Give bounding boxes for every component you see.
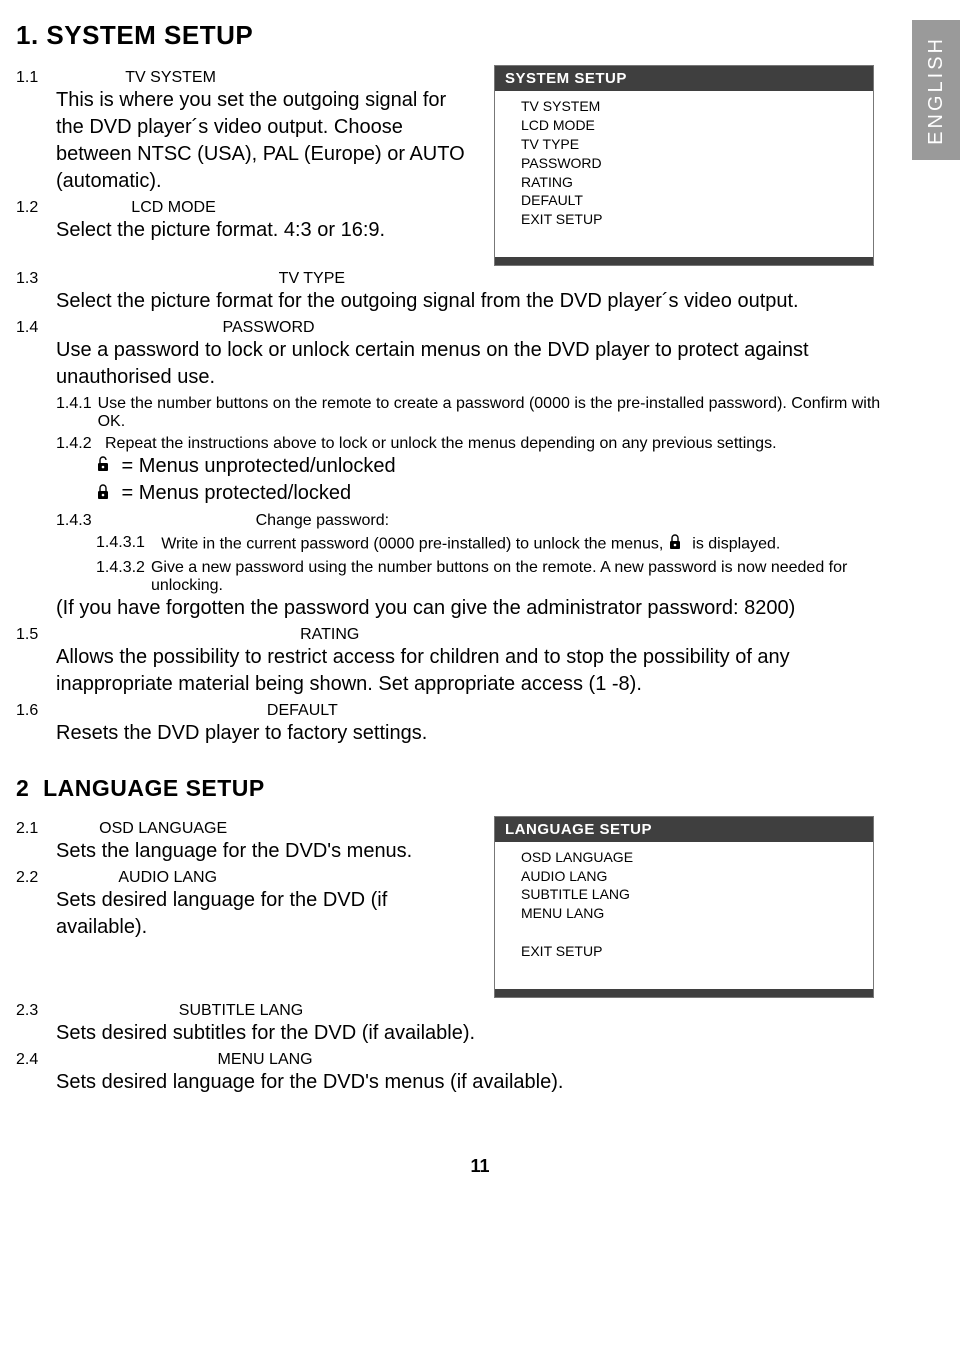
s1432-num: 1.4.3.2 xyxy=(96,559,151,595)
system-setup-menu-body: TV SYSTEM LCD MODE TV TYPE PASSWORD RATI… xyxy=(495,91,873,257)
s1431-b: is displayed. xyxy=(692,535,780,552)
menu-item: LCD MODE xyxy=(521,116,863,135)
locked-text: = Menus protected/locked xyxy=(116,482,351,504)
menu-item: AUDIO LANG xyxy=(521,867,863,886)
unlock-icon xyxy=(96,453,110,480)
s14-body: Use a password to lock or unlock certain… xyxy=(16,337,896,391)
lock-icon xyxy=(96,481,110,508)
s12-num: 1.2 xyxy=(16,199,131,217)
s15-num: 1.5 xyxy=(16,626,300,644)
page-number: 11 xyxy=(16,1156,944,1177)
section-1-continued: 1.3TV TYPE Select the picture format for… xyxy=(16,270,896,746)
s21-body: Sets the language for the DVD's menus. xyxy=(16,838,476,865)
s23-body: Sets desired subtitles for the DVD (if a… xyxy=(16,1020,896,1047)
s13-body: Select the picture format for the outgoi… xyxy=(16,288,896,315)
language-tab-label: ENGLISH xyxy=(925,36,948,145)
s143-label: Change password: xyxy=(256,512,896,530)
language-setup-menu-body: OSD LANGUAGE AUDIO LANG SUBTITLE LANG ME… xyxy=(495,842,873,989)
s1431-num: 1.4.3.1 xyxy=(96,534,161,555)
s16-num: 1.6 xyxy=(16,702,267,720)
locked-line: = Menus protected/locked xyxy=(16,480,896,507)
s15-body: Allows the possibility to restrict acces… xyxy=(16,644,896,698)
s24-body: Sets desired language for the DVD's menu… xyxy=(16,1069,896,1096)
s23-num: 2.3 xyxy=(16,1002,179,1020)
s11-num: 1.1 xyxy=(16,69,125,87)
section-2-left: 2.1OSD LANGUAGE Sets the language for th… xyxy=(16,816,476,941)
s22-label: AUDIO LANG xyxy=(118,869,476,887)
s13-num: 1.3 xyxy=(16,270,279,288)
s23-label: SUBTITLE LANG xyxy=(179,1002,896,1020)
menu-item: SUBTITLE LANG xyxy=(521,885,863,904)
s11-body: This is where you set the outgoing signa… xyxy=(16,87,476,195)
s14-note: (If you have forgotten the password you … xyxy=(16,595,896,622)
lock-icon-inline xyxy=(668,534,682,555)
s21-label: OSD LANGUAGE xyxy=(99,820,476,838)
s16-body: Resets the DVD player to factory setting… xyxy=(16,720,896,747)
menu-item: OSD LANGUAGE xyxy=(521,848,863,867)
s24-label: MENU LANG xyxy=(217,1051,896,1069)
unlocked-line: = Menus unprotected/unlocked xyxy=(16,453,896,480)
s15-label: RATING xyxy=(300,626,896,644)
language-setup-menu-header: LANGUAGE SETUP xyxy=(495,817,873,842)
section-2-title: 2 LANGUAGE SETUP xyxy=(16,775,944,802)
s12-body: Select the picture format. 4:3 or 16:9. xyxy=(16,217,476,244)
language-setup-menu-footer xyxy=(495,989,873,997)
system-setup-menu: SYSTEM SETUP TV SYSTEM LCD MODE TV TYPE … xyxy=(494,65,874,266)
s142-num: 1.4.2 xyxy=(56,435,105,453)
s14-label: PASSWORD xyxy=(222,319,896,337)
s11-label: TV SYSTEM xyxy=(125,69,476,87)
system-setup-menu-header: SYSTEM SETUP xyxy=(495,66,873,91)
menu-item: TV TYPE xyxy=(521,135,863,154)
s12-label: LCD MODE xyxy=(131,199,476,217)
s141-body: Use the number buttons on the remote to … xyxy=(98,395,896,431)
section-2-label: LANGUAGE SETUP xyxy=(43,775,265,801)
s22-body: Sets desired language for the DVD (if av… xyxy=(16,887,476,941)
s143-num: 1.4.3 xyxy=(56,512,256,530)
section-1-title: 1. SYSTEM SETUP xyxy=(16,20,944,51)
s21-num: 2.1 xyxy=(16,820,99,838)
menu-item: EXIT SETUP xyxy=(521,210,863,229)
s1431-a: Write in the current password (0000 pre-… xyxy=(161,535,668,552)
section-1-top-row: 1.1TV SYSTEM This is where you set the o… xyxy=(16,65,944,266)
s22-num: 2.2 xyxy=(16,869,118,887)
system-setup-menu-footer xyxy=(495,257,873,265)
menu-item: PASSWORD xyxy=(521,154,863,173)
menu-item: TV SYSTEM xyxy=(521,97,863,116)
menu-item: DEFAULT xyxy=(521,191,863,210)
s16-label: DEFAULT xyxy=(267,702,896,720)
s141-num: 1.4.1 xyxy=(56,395,98,431)
menu-item xyxy=(521,923,863,942)
language-tab: ENGLISH xyxy=(912,20,960,160)
section-2-continued: 2.3SUBTITLE LANG Sets desired subtitles … xyxy=(16,1002,896,1096)
menu-item: EXIT SETUP xyxy=(521,942,863,961)
unlocked-text: = Menus unprotected/unlocked xyxy=(116,455,396,477)
section-1-left: 1.1TV SYSTEM This is where you set the o… xyxy=(16,65,476,266)
page: ENGLISH 1. SYSTEM SETUP 1.1TV SYSTEM Thi… xyxy=(0,0,960,1217)
s14-num: 1.4 xyxy=(16,319,222,337)
menu-item: RATING xyxy=(521,173,863,192)
menu-item: MENU LANG xyxy=(521,904,863,923)
s13-label: TV TYPE xyxy=(279,270,896,288)
language-setup-menu: LANGUAGE SETUP OSD LANGUAGE AUDIO LANG S… xyxy=(494,816,874,998)
section-2-num: 2 xyxy=(16,775,29,801)
s142-body: Repeat the instructions above to lock or… xyxy=(105,435,896,453)
section-2-row: 2.1OSD LANGUAGE Sets the language for th… xyxy=(16,816,944,998)
s24-num: 2.4 xyxy=(16,1051,217,1069)
s1431-body: Write in the current password (0000 pre-… xyxy=(161,534,896,555)
s1432-body: Give a new password using the number but… xyxy=(151,559,896,595)
